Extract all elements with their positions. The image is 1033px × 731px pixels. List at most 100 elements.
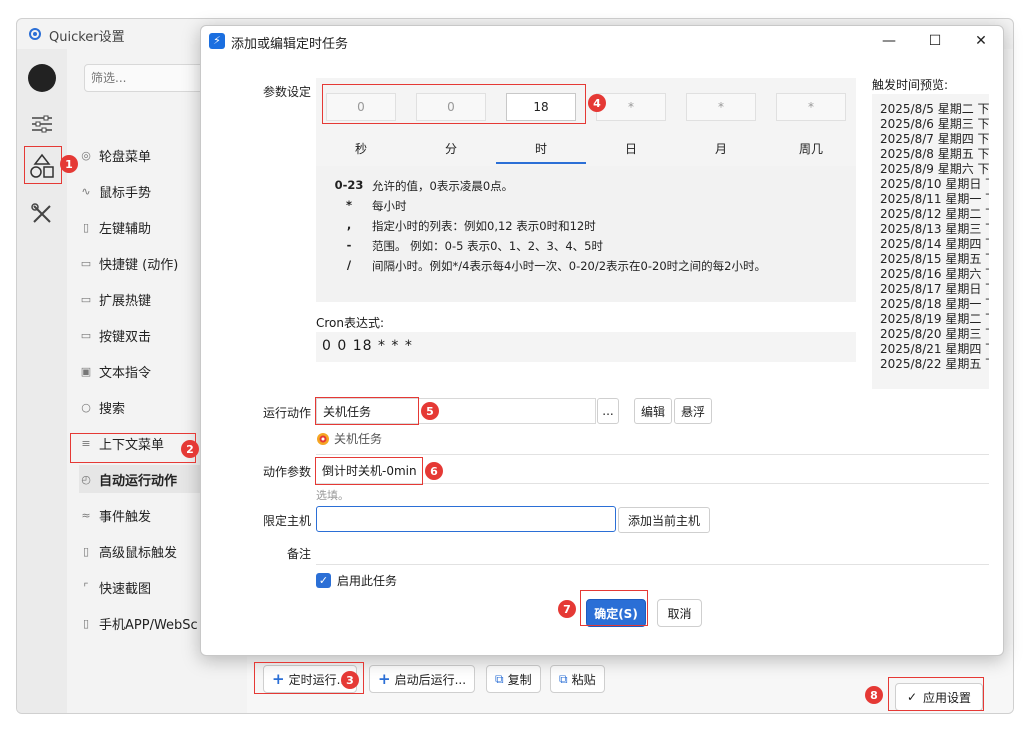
- float-button[interactable]: 悬浮: [674, 398, 712, 424]
- add-current-host-button[interactable]: 添加当前主机: [618, 507, 710, 533]
- enable-task-checkbox[interactable]: ✓ 启用此任务: [316, 572, 397, 589]
- nav-item-label: 自动运行动作: [99, 473, 178, 489]
- tab-minute[interactable]: 分: [406, 134, 496, 162]
- paste-button[interactable]: ⧉ 粘贴: [550, 665, 605, 693]
- nav-item-label: 快捷键 (动作): [99, 257, 179, 273]
- action-name: 关机任务: [316, 430, 382, 447]
- nav-item-label: 快速截图: [99, 581, 152, 597]
- startup-run-button[interactable]: + 启动后运行...: [369, 665, 476, 693]
- sliders-glyph: [32, 115, 52, 133]
- keyboard-icon: ▭: [80, 328, 92, 342]
- highlight-box: [888, 677, 984, 711]
- paste-label: 粘贴: [571, 672, 596, 687]
- tools-icon[interactable]: [25, 197, 59, 231]
- divider: [316, 454, 989, 455]
- gear-icon: [29, 28, 41, 40]
- tab-hour[interactable]: 时: [496, 134, 586, 162]
- step-badge: 3: [341, 671, 359, 689]
- nav-item-label: 事件触发: [99, 509, 152, 525]
- nav-item-label: 左键辅助: [99, 221, 152, 237]
- edit-button[interactable]: 编辑: [634, 398, 672, 424]
- copy-label: 复制: [507, 672, 532, 687]
- step-badge: 6: [425, 462, 443, 480]
- crop-icon: ⌜: [83, 580, 89, 594]
- note-input[interactable]: [316, 539, 989, 565]
- help-row: , 指定小时的列表：例如0,12 表示0时和12时: [346, 218, 596, 233]
- help-row: - 范围。 例如：0-5 表示0、1、2、3、4、5时: [346, 238, 603, 253]
- keyboard-icon: ▭: [80, 256, 92, 270]
- nav-item-label: 扩展热键: [99, 293, 152, 309]
- nav-item-label: 搜索: [99, 401, 126, 417]
- phone-icon: ▯: [82, 616, 90, 630]
- tab-second[interactable]: 秒: [316, 134, 406, 162]
- avatar[interactable]: [25, 61, 59, 95]
- help-row: 0-23 允许的值，0表示凌晨0点。: [334, 178, 514, 193]
- alarm-clock-icon: ◴: [81, 472, 91, 486]
- target-icon: [317, 432, 329, 445]
- highlight-box: [580, 590, 648, 626]
- host-input[interactable]: [316, 506, 616, 532]
- preview-item: 2025/8/22 星期五 下: [880, 357, 989, 371]
- cron-help: 0-23 允许的值，0表示凌晨0点。 * 每小时 , 指定小时的列表：例如0,12 表…: [316, 166, 856, 302]
- settings-window-title: Quicker设置: [49, 30, 125, 45]
- search-icon: ○: [81, 400, 91, 414]
- help-row: * 每小时: [345, 198, 407, 213]
- nav-item-label: 鼠标手势: [99, 185, 152, 201]
- tab-weekday[interactable]: 周几: [766, 134, 856, 162]
- keyboard-icon: ▭: [80, 292, 92, 306]
- mouse-icon: ▯: [82, 220, 90, 234]
- cron-day-input[interactable]: *: [596, 93, 666, 121]
- nav-item-label: 手机APP/WebSc: [99, 617, 198, 633]
- step-badge: 8: [865, 686, 883, 704]
- action-label: 运行动作: [262, 406, 311, 420]
- step-badge: 2: [181, 440, 199, 458]
- minimize-button[interactable]: —: [874, 30, 904, 52]
- avatar-image: [28, 64, 56, 92]
- cron-month-input[interactable]: *: [686, 93, 756, 121]
- host-label: 限定主机: [262, 514, 311, 528]
- maximize-button[interactable]: ☐: [920, 30, 950, 52]
- active-tab-indicator: [496, 162, 586, 164]
- nav-item-label: 轮盘菜单: [99, 149, 152, 165]
- close-button[interactable]: ✕: [966, 30, 996, 52]
- action-more-button[interactable]: ...: [597, 398, 619, 424]
- sliders-icon[interactable]: [25, 107, 59, 141]
- tools-glyph: [31, 203, 51, 223]
- action-params-label: 动作参数: [262, 465, 311, 479]
- highlight-box: [315, 457, 423, 485]
- event-icon: ≈: [81, 508, 91, 522]
- copy-button[interactable]: ⧉ 复制: [486, 665, 541, 693]
- highlight-box: [322, 84, 586, 124]
- enable-task-label: 启用此任务: [337, 574, 398, 588]
- ad-icon: ▣: [80, 364, 92, 378]
- dialog-titlebar: ⚡ 添加或编辑定时任务 — ☐ ✕: [201, 26, 1003, 56]
- paste-icon: ⧉: [559, 671, 568, 686]
- preview-list[interactable]: 2025/8/5 星期二 下 2025/8/6 星期三 下 2025/8/7 星…: [872, 94, 989, 389]
- optional-hint: 选填。: [316, 489, 349, 502]
- nav-item-label: 文本指令: [99, 365, 152, 381]
- cancel-button[interactable]: 取消: [657, 599, 702, 627]
- tab-month[interactable]: 月: [676, 134, 766, 162]
- plus-icon: +: [378, 670, 391, 688]
- mouse-icon: ▯: [82, 544, 90, 558]
- nav-item-label: 高级鼠标触发: [99, 545, 178, 561]
- copy-icon: ⧉: [495, 671, 504, 686]
- dialog-title: 添加或编辑定时任务: [231, 37, 349, 52]
- checkbox-checked-icon: ✓: [316, 573, 331, 588]
- nav-item-label: 按键双击: [99, 329, 152, 345]
- cron-expression-label: Cron表达式:: [316, 316, 385, 330]
- startup-run-label: 启动后运行...: [394, 672, 467, 687]
- cron-expression: 0 0 18 * * *: [316, 332, 856, 362]
- preview-label: 触发时间预览:: [872, 78, 949, 92]
- cron-weekday-input[interactable]: *: [776, 93, 846, 121]
- gesture-icon: ∿: [81, 184, 91, 198]
- step-badge: 4: [588, 94, 606, 112]
- step-badge: 7: [558, 600, 576, 618]
- highlight-box: [315, 397, 419, 425]
- highlight-box: [24, 146, 62, 184]
- schedule-task-dialog: ⚡ 添加或编辑定时任务 — ☐ ✕ 参数设定 0 0 18 * * * 秒 分 …: [200, 25, 1004, 656]
- tab-day[interactable]: 日: [586, 134, 676, 162]
- note-label: 备注: [286, 547, 311, 561]
- params-label: 参数设定: [262, 85, 311, 99]
- help-row: / 间隔小时。例如*/4表示每4小时一次、0-20/2表示在0-20时之间的每2小…: [346, 258, 766, 273]
